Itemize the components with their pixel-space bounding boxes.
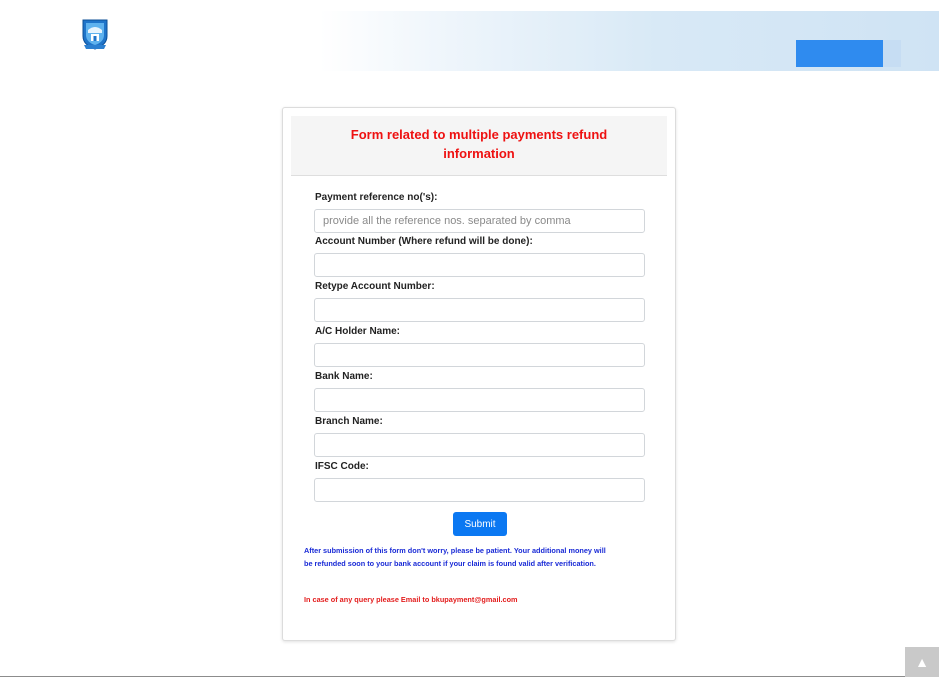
- account-holder-name-label: A/C Holder Name:: [315, 326, 401, 337]
- branch-name-input[interactable]: [314, 433, 645, 457]
- submit-button[interactable]: Submit: [453, 512, 507, 536]
- form-header: Form related to multiple payments refund…: [291, 116, 667, 176]
- university-crest-icon[interactable]: [80, 18, 110, 50]
- form-title-line2: information: [443, 146, 515, 161]
- form-title: Form related to multiple payments refund…: [291, 125, 667, 163]
- bank-name-label: Bank Name:: [315, 371, 373, 382]
- retype-account-number-input[interactable]: [314, 298, 645, 322]
- bank-name-input[interactable]: [314, 388, 645, 412]
- account-holder-name-input[interactable]: [314, 343, 645, 367]
- submission-note-line2: be refunded soon to your bank account if…: [304, 559, 596, 568]
- branch-name-label: Branch Name:: [315, 416, 383, 427]
- account-number-label: Account Number (Where refund will be don…: [315, 236, 533, 247]
- payment-reference-label: Payment reference no('s):: [315, 192, 438, 203]
- arrow-up-icon: ▲: [915, 654, 929, 670]
- account-number-input[interactable]: [314, 253, 645, 277]
- form-title-line1: Form related to multiple payments refund: [350, 127, 608, 142]
- ifsc-code-label: IFSC Code:: [315, 461, 369, 472]
- submission-note: After submission of this form don't worr…: [304, 544, 664, 570]
- retype-account-number-label: Retype Account Number:: [315, 281, 435, 292]
- header-button-shadow: [883, 40, 901, 67]
- header-menu-button[interactable]: [796, 40, 883, 67]
- query-contact-text: In case of any query please Email to bku…: [304, 595, 518, 604]
- submission-note-line1: After submission of this form don't worr…: [304, 546, 606, 555]
- ifsc-code-input[interactable]: [314, 478, 645, 502]
- payment-reference-input[interactable]: [314, 209, 645, 233]
- scroll-to-top-button[interactable]: ▲: [905, 647, 939, 677]
- refund-form-card: Form related to multiple payments refund…: [282, 107, 676, 641]
